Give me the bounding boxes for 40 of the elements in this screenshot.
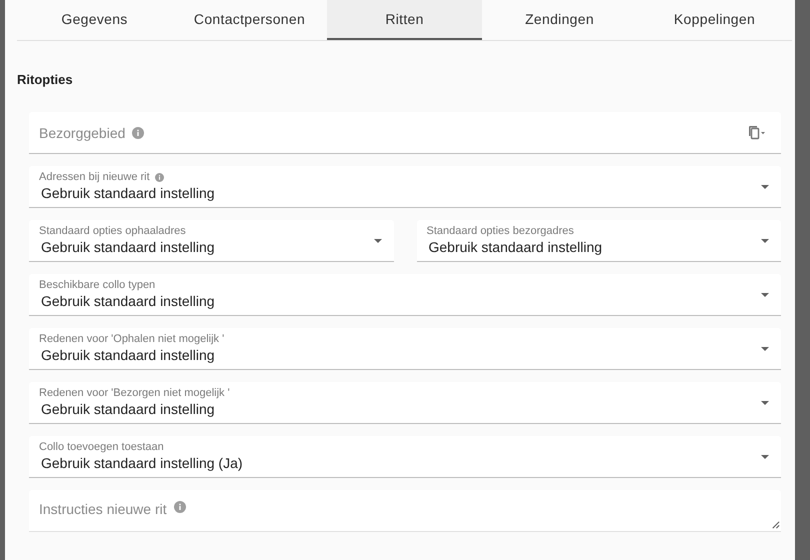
field-label: Collo toevoegen toestaan: [39, 441, 164, 454]
tab[interactable]: Zendingen: [482, 0, 637, 40]
field-label: Standaard opties ophaaladres: [39, 225, 186, 238]
dropdown-caret-icon: [761, 454, 769, 458]
field-value: Gebruik standaard instelling: [428, 238, 604, 256]
select-field[interactable]: Redenen voor 'Bezorgen niet mogelijk ' Gebruik standaard instelling: [29, 382, 781, 424]
dropdown-caret-icon: [761, 238, 769, 242]
placeholder-text: Instructies nieuwe rit: [39, 501, 167, 517]
dropdown-caret-icon: [374, 238, 382, 242]
field-value: Gebruik standaard instelling: [41, 346, 216, 364]
tab[interactable]: Contactpersonen: [172, 0, 327, 40]
placeholder-text: Bezorggebied: [39, 124, 126, 140]
select-field[interactable]: Standaard opties bezorgadres Gebruik standaard instelling: [416, 220, 781, 262]
dropdown-caret-icon: [761, 292, 769, 296]
info-icon: [154, 173, 164, 182]
dropdown-caret-icon: [761, 184, 769, 188]
select-field[interactable]: Collo toevoegen toestaan Gebruik standaard instelling (Ja): [29, 436, 781, 478]
field-value: Gebruik standaard instelling: [41, 184, 216, 202]
resize-grip-icon[interactable]: [771, 520, 780, 529]
info-icon: [132, 126, 144, 138]
field-label: Redenen voor 'Bezorgen niet mogelijk ': [39, 387, 230, 400]
section-title: Ritopties: [17, 72, 74, 87]
field-label: Beschikbare collo typen: [39, 279, 156, 292]
field-value: Gebruik standaard instelling: [41, 400, 216, 418]
tab[interactable]: Gegevens: [17, 0, 172, 40]
field-label: Standaard opties bezorgadres: [426, 225, 574, 238]
field-value: Gebruik standaard instelling (Ja): [41, 454, 244, 472]
field-label: Adressen bij nieuwe rit: [39, 171, 150, 184]
info-icon: [174, 501, 186, 513]
tab[interactable]: Ritten: [327, 0, 482, 40]
tab[interactable]: Koppelingen: [637, 0, 792, 40]
select-field[interactable]: Standaard opties ophaaladres Gebruik standaard instelling: [29, 220, 394, 262]
field-value: Gebruik standaard instelling: [41, 292, 216, 310]
select-field[interactable]: Adressen bij nieuwe rit Gebruik standaard instelling: [29, 166, 781, 208]
field-label: Redenen voor 'Ophalen niet mogelijk ': [39, 333, 224, 346]
select-field[interactable]: Beschikbare collo typen Gebruik standaard instelling: [29, 274, 781, 316]
select-field[interactable]: Redenen voor 'Ophalen niet mogelijk ' Gebruik standaard instelling: [29, 328, 781, 370]
dropdown-caret-icon: [761, 346, 769, 350]
field-value: Gebruik standaard instelling: [41, 238, 216, 256]
dropdown-caret-icon: [761, 400, 769, 404]
